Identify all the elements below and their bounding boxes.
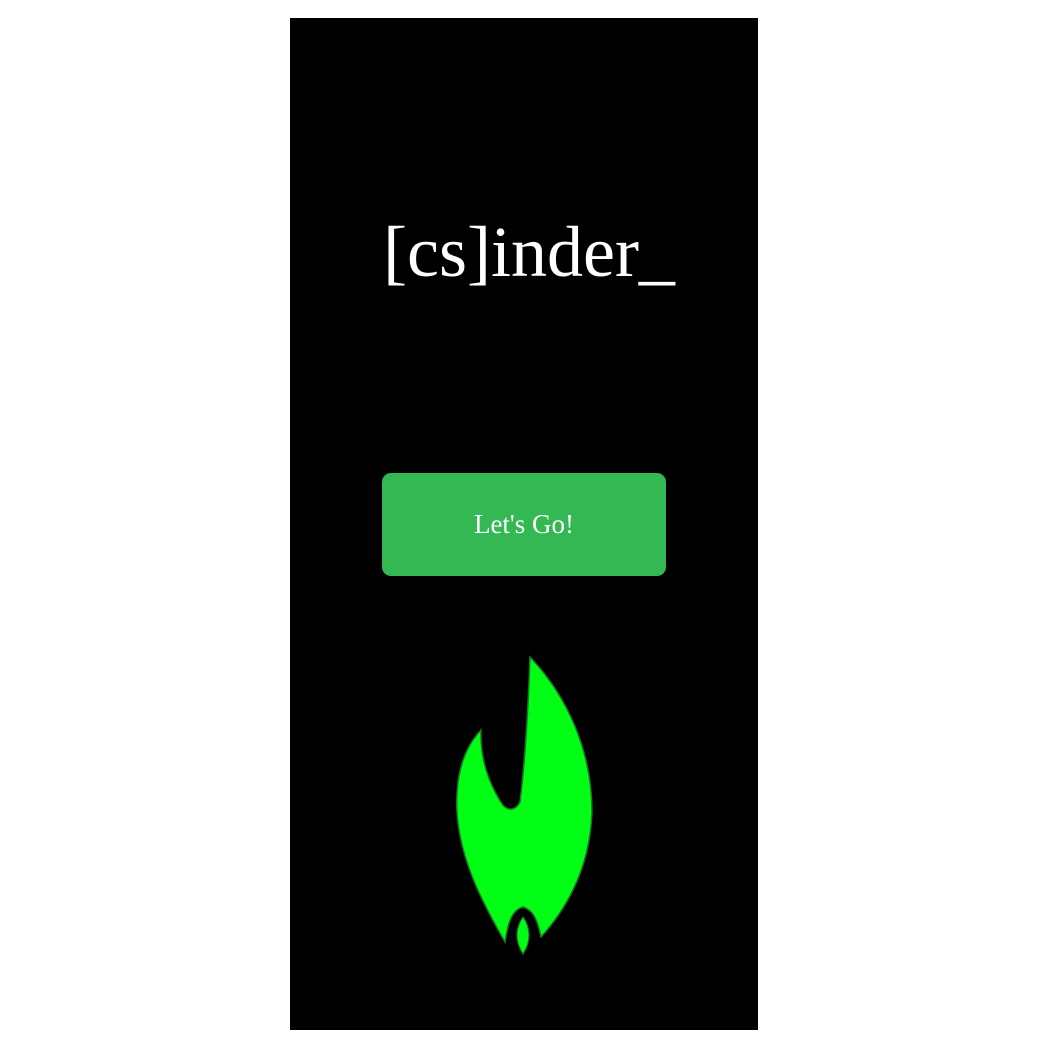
flame-outer-icon <box>456 655 593 945</box>
lets-go-button[interactable]: Let's Go! <box>382 473 666 576</box>
flame-icon <box>456 655 593 956</box>
app-screen: [cs]inder_ Let's Go! <box>290 18 758 1030</box>
app-title: [cs]inder_ <box>383 212 675 292</box>
flame-inner-icon <box>516 915 530 956</box>
